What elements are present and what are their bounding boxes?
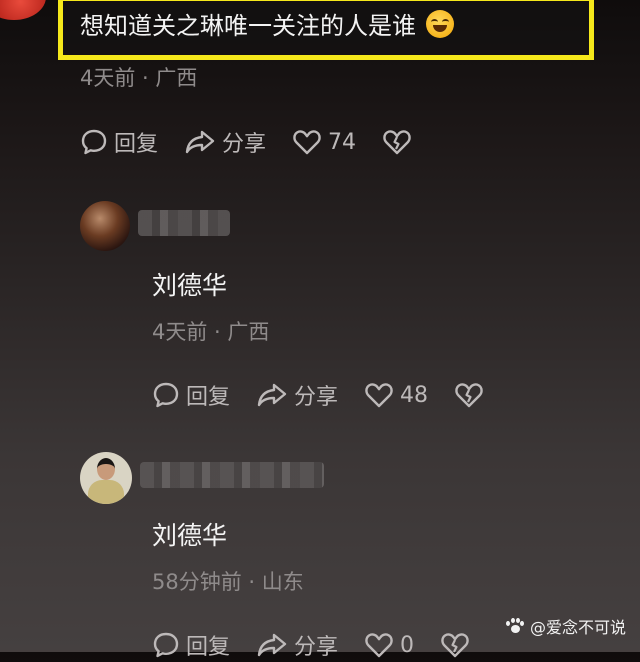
share-label: 分享 [222,132,267,157]
like-button[interactable]: 74 [292,128,356,156]
share-label: 分享 [294,385,339,410]
watermark: @爱念不可说 [505,614,626,638]
reply-username: 刘德华 [152,271,228,300]
watermark-text: @爱念不可说 [529,618,626,637]
main-comment-text: 想知道关之琳唯一关注的人是谁 [80,8,454,44]
avatar[interactable] [0,0,46,20]
heart-icon [365,633,393,658]
dislike-button[interactable] [454,381,490,409]
heart-icon [293,130,321,155]
comment-actions: 回复 分享 74 [80,125,418,159]
like-button[interactable]: 48 [364,381,428,409]
heart-icon [365,383,393,408]
dislike-button[interactable] [382,128,418,156]
reply-icon [81,129,107,155]
reply-meta: 4天前 · 广西 [152,320,270,344]
like-count: 0 [400,632,415,658]
share-label: 分享 [294,635,339,660]
laughing-emoji-icon [426,10,454,38]
reply-label: 回复 [186,635,231,660]
reply-username: 刘德华 [152,521,228,550]
avatar[interactable] [80,201,130,251]
broken-heart-icon [455,383,483,408]
share-icon [257,383,287,407]
share-icon [257,633,287,657]
paw-icon [505,618,524,634]
comment-meta: 4天前 · 广西 [80,66,198,90]
like-count: 48 [400,382,429,408]
reply-label: 回复 [186,385,231,410]
reply-label: 回复 [114,132,159,157]
share-icon [185,130,215,154]
like-count: 74 [328,129,357,155]
reply-meta: 58分钟前 · 山东 [152,570,304,594]
reply-button[interactable]: 回复 [152,629,230,661]
reply-button[interactable]: 回复 [80,126,158,158]
dislike-button[interactable] [440,631,476,659]
reply-button[interactable]: 回复 [152,379,230,411]
broken-heart-icon [383,130,411,155]
blurred-nickname [140,462,324,488]
blurred-nickname [138,210,230,236]
avatar[interactable] [80,452,132,504]
like-button[interactable]: 0 [364,631,414,659]
share-button[interactable]: 分享 [184,126,266,158]
comment-body: 想知道关之琳唯一关注的人是谁 [80,12,416,40]
reply-icon [153,632,179,658]
broken-heart-icon [441,633,469,658]
reply-icon [153,382,179,408]
reply-actions: 回复 分享 48 [152,378,490,412]
reply-actions: 回复 分享 0 [152,628,476,662]
share-button[interactable]: 分享 [256,379,338,411]
share-button[interactable]: 分享 [256,629,338,661]
